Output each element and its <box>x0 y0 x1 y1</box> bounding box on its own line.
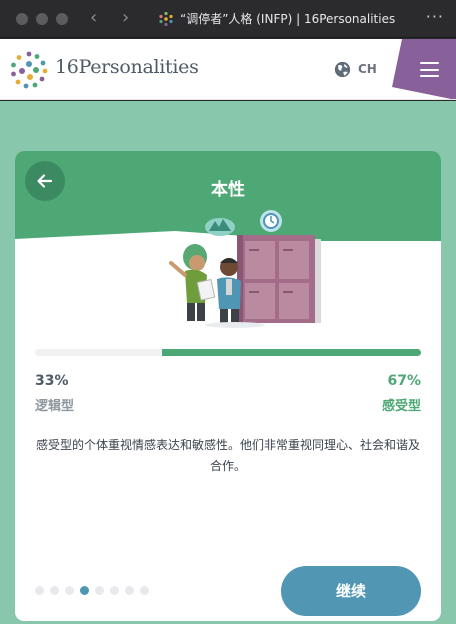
right-trait-label: 感受型 <box>381 399 421 414</box>
window-close-button[interactable] <box>16 13 28 25</box>
right-percent: 67% <box>387 373 421 389</box>
step-indicator <box>35 586 155 596</box>
trait-description: 感受型的个体重视情感表达和敏感性。他们非常重视同理心、社会和谐及合作。 <box>35 438 420 473</box>
page-background: 本性 33% 逻辑型 67% 感受型 感受型的个体重视情感表达和敏感性。他们非常… <box>0 101 456 624</box>
logo-text[interactable]: 16Personalities <box>55 56 199 78</box>
step-dot-8 <box>140 586 149 595</box>
left-percent: 33% <box>35 373 69 389</box>
favicon-icon <box>159 11 173 27</box>
trait-progress-fill <box>162 349 421 356</box>
forward-nav-icon[interactable]: › <box>122 7 129 29</box>
site-header: 16Personalities CH <box>0 39 456 100</box>
step-dot-6 <box>110 586 119 595</box>
trait-progress-track <box>35 349 421 356</box>
illustration-image <box>169 210 321 328</box>
hamburger-icon <box>420 62 439 77</box>
more-options-icon[interactable]: ··· <box>426 7 444 26</box>
menu-button[interactable] <box>392 39 456 99</box>
logo-icon[interactable] <box>9 50 49 90</box>
window-zoom-button[interactable] <box>56 13 68 25</box>
step-dot-1 <box>35 586 44 595</box>
browser-titlebar: ‹ › “调停者”人格 (INFP) | 16Personalities ··· <box>0 0 456 38</box>
left-trait-label: 逻辑型 <box>35 399 75 414</box>
step-dot-7 <box>125 586 134 595</box>
step-dot-5 <box>95 586 104 595</box>
step-dot-4 <box>80 586 89 595</box>
tab-title[interactable]: “调停者”人格 (INFP) | 16Personalities <box>180 11 395 27</box>
window-minimize-button[interactable] <box>36 13 48 25</box>
language-label[interactable]: CH <box>358 62 377 76</box>
card-title: 本性 <box>211 180 245 200</box>
trait-card: 本性 33% 逻辑型 67% 感受型 感受型的个体重视情感表达和敏感性。他们非常… <box>15 151 441 621</box>
step-dot-2 <box>50 586 59 595</box>
step-dot-3 <box>65 586 74 595</box>
back-nav-icon[interactable]: ‹ <box>90 7 97 29</box>
globe-icon[interactable] <box>334 61 351 78</box>
continue-button[interactable]: 继续 <box>281 566 421 616</box>
